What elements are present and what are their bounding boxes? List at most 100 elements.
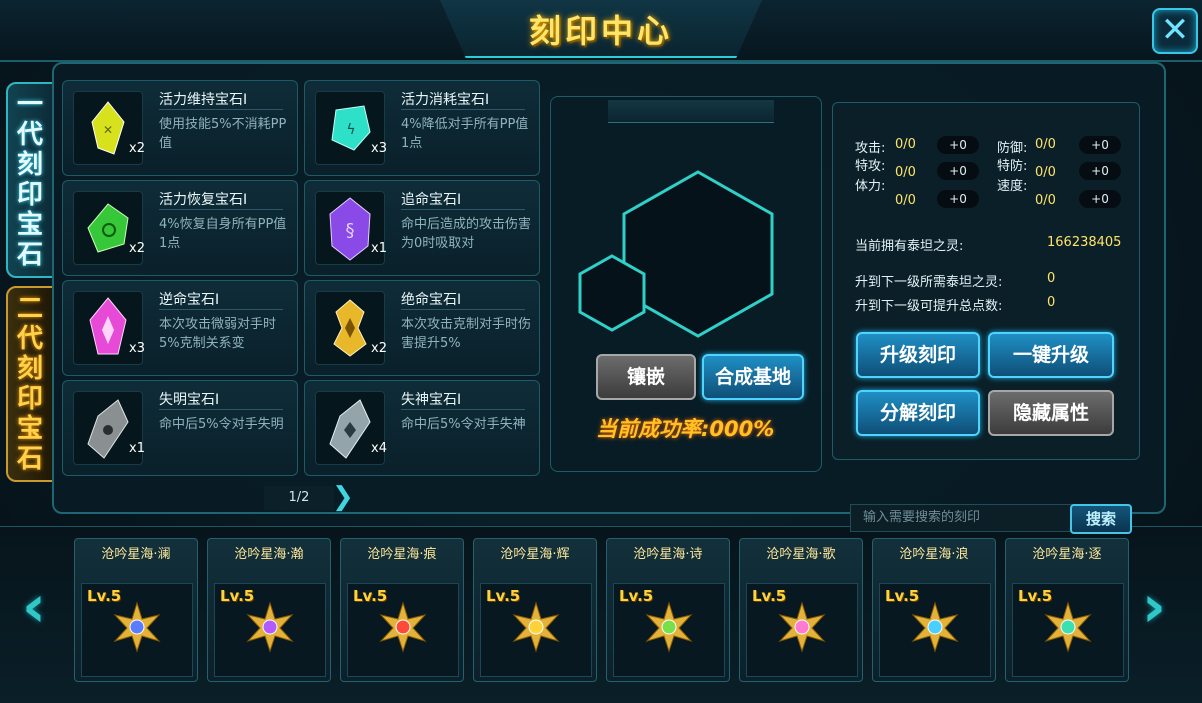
star-mark-icon bbox=[1044, 601, 1092, 653]
page-indicator: 1/2 bbox=[264, 486, 334, 510]
chevron-right-icon: ❯ bbox=[332, 482, 354, 512]
synthesis-base-button[interactable]: 合成基地 bbox=[702, 354, 804, 400]
star-mark-icon bbox=[246, 601, 294, 653]
hp-plus: +0 bbox=[937, 190, 979, 208]
gem-grid: ✕ x2 活力维持宝石I 使用技能5%不消耗PP值 ϟ x3 活力消耗宝石I 4… bbox=[62, 80, 542, 476]
divider bbox=[159, 409, 283, 410]
gem-name: 绝命宝石I bbox=[401, 292, 462, 308]
tab-label-char: 印 bbox=[16, 384, 43, 414]
mark-card[interactable]: 沧吟星海·逐 Lv.5 bbox=[1005, 538, 1129, 682]
gem-desc: 4%降低对手所有PP值1点 bbox=[401, 117, 529, 151]
hide-attributes-button[interactable]: 隐藏属性 bbox=[988, 390, 1114, 436]
defense-value: 0/0 bbox=[1035, 137, 1056, 152]
mark-card[interactable]: 沧吟星海·澜 Lv.5 bbox=[74, 538, 198, 682]
mark-name: 沧吟星海·痕 bbox=[367, 547, 437, 562]
mark-card[interactable]: 沧吟星海·瀚 Lv.5 bbox=[207, 538, 331, 682]
small-gem-slot bbox=[578, 254, 646, 332]
mark-card[interactable]: 沧吟星海·痕 Lv.5 bbox=[340, 538, 464, 682]
success-rate: 当前成功率:000% bbox=[596, 413, 806, 443]
search-input[interactable]: 输入需要搜索的刻印 bbox=[850, 504, 1078, 532]
hp-label: 体力: bbox=[855, 179, 886, 194]
mark-card[interactable]: 沧吟星海·诗 Lv.5 bbox=[606, 538, 730, 682]
inlay-slots bbox=[578, 170, 774, 338]
divider bbox=[159, 309, 283, 310]
star-mark-icon bbox=[113, 601, 161, 653]
spdefense-value: 0/0 bbox=[1035, 165, 1056, 180]
gem-count: x2 bbox=[371, 341, 387, 356]
mark-card[interactable]: 沧吟星海·浪 Lv.5 bbox=[872, 538, 996, 682]
gem-slot[interactable]: x2 活力恢复宝石I 4%恢复自身所有PP值1点 bbox=[62, 180, 298, 276]
gem-slot[interactable]: § x1 追命宝石I 命中后造成的攻击伤害为0时吸取对 bbox=[304, 180, 540, 276]
gem-count: x1 bbox=[371, 241, 387, 256]
defense-plus: +0 bbox=[1079, 136, 1121, 154]
tab-gen2-gems[interactable]: 二 代 刻 印 宝 石 bbox=[6, 286, 54, 482]
upgrade-mark-button[interactable]: 升级刻印 bbox=[856, 332, 980, 378]
spattack-plus: +0 bbox=[937, 162, 979, 180]
tab-gen1-gems[interactable]: 一 代 刻 印 宝 石 bbox=[6, 82, 54, 278]
decompose-mark-button[interactable]: 分解刻印 bbox=[856, 390, 980, 436]
gem-slot[interactable]: x1 失明宝石I 命中后5%令对手失明 bbox=[62, 380, 298, 476]
gem-name: 失明宝石I bbox=[159, 392, 220, 408]
tab-label-char: 石 bbox=[16, 240, 43, 270]
attack-label: 攻击: bbox=[855, 141, 886, 156]
gem-desc: 命中后5%令对手失神 bbox=[401, 417, 526, 432]
gem-slot[interactable]: x4 失神宝石I 命中后5%令对手失神 bbox=[304, 380, 540, 476]
gem-count: x3 bbox=[129, 341, 145, 356]
chevron-left-icon: ‹ bbox=[22, 572, 46, 640]
hp-value: 0/0 bbox=[895, 193, 916, 208]
spattack-label: 特攻: bbox=[855, 159, 886, 174]
gem-count: x2 bbox=[129, 241, 145, 256]
spattack-value: 0/0 bbox=[895, 165, 916, 180]
mark-card[interactable]: 沧吟星海·辉 Lv.5 bbox=[473, 538, 597, 682]
search-button[interactable]: 搜索 bbox=[1070, 504, 1132, 534]
close-button[interactable]: ✕ bbox=[1152, 8, 1198, 54]
gem-count: x4 bbox=[371, 441, 387, 456]
titan-need-label: 升到下一级所需泰坦之灵: bbox=[855, 275, 1003, 290]
page-title: 刻印中心 bbox=[528, 12, 673, 50]
inlay-button[interactable]: 镶嵌 bbox=[596, 354, 696, 400]
gem-slot[interactable]: ✕ x2 活力维持宝石I 使用技能5%不消耗PP值 bbox=[62, 80, 298, 176]
gem-name: 活力恢复宝石I bbox=[159, 192, 248, 208]
mark-name: 沧吟星海·辉 bbox=[500, 547, 570, 562]
mark-card[interactable]: 沧吟星海·歌 Lv.5 bbox=[739, 538, 863, 682]
gem-desc: 本次攻击克制对手时伤害提升5% bbox=[401, 317, 532, 351]
gem-name: 活力维持宝石I bbox=[159, 92, 248, 108]
scroll-right-button[interactable]: › bbox=[1142, 572, 1166, 640]
gem-slot[interactable]: x2 绝命宝石I 本次攻击克制对手时伤害提升5% bbox=[304, 280, 540, 376]
scroll-left-button[interactable]: ‹ bbox=[22, 572, 46, 640]
gem-slot[interactable]: ϟ x3 活力消耗宝石I 4%降低对手所有PP值1点 bbox=[304, 80, 540, 176]
divider bbox=[401, 209, 525, 210]
gem-name: 追命宝石I bbox=[401, 192, 462, 208]
tab-label-char: 宝 bbox=[16, 210, 43, 240]
tab-label-char: 石 bbox=[16, 444, 43, 474]
mark-name: 沧吟星海·诗 bbox=[633, 547, 703, 562]
gem-desc: 命中后5%令对手失明 bbox=[159, 417, 284, 432]
total-points-label: 升到下一级可提升总点数: bbox=[855, 299, 1003, 314]
gem-slot[interactable]: x3 逆命宝石I 本次攻击微弱对手时5%克制关系变 bbox=[62, 280, 298, 376]
inlay-header bbox=[608, 100, 774, 123]
divider bbox=[159, 109, 283, 110]
star-mark-icon bbox=[379, 601, 427, 653]
mark-name: 沧吟星海·歌 bbox=[766, 547, 836, 562]
gem-count: x2 bbox=[129, 141, 145, 156]
gem-count: x3 bbox=[371, 141, 387, 156]
divider bbox=[401, 409, 525, 410]
star-mark-icon bbox=[512, 601, 560, 653]
gem-count: x1 bbox=[129, 441, 145, 456]
attack-value: 0/0 bbox=[895, 137, 916, 152]
divider bbox=[401, 309, 525, 310]
svg-text:ϟ: ϟ bbox=[346, 122, 355, 138]
defense-label: 防御: bbox=[997, 141, 1028, 156]
gem-name: 失神宝石I bbox=[401, 392, 462, 408]
close-icon: ✕ bbox=[1160, 10, 1190, 50]
svg-text:§: § bbox=[346, 220, 355, 241]
next-page-button[interactable]: ❯ bbox=[332, 482, 354, 512]
spdefense-label: 特防: bbox=[997, 159, 1028, 174]
gem-name: 活力消耗宝石I bbox=[401, 92, 490, 108]
mark-name: 沧吟星海·浪 bbox=[899, 547, 969, 562]
gem-desc: 4%恢复自身所有PP值1点 bbox=[159, 217, 287, 251]
tab-label-char: 刻 bbox=[16, 354, 43, 384]
star-mark-icon bbox=[911, 601, 959, 653]
total-points-value: 0 bbox=[1047, 295, 1056, 310]
oneclick-upgrade-button[interactable]: 一键升级 bbox=[988, 332, 1114, 378]
